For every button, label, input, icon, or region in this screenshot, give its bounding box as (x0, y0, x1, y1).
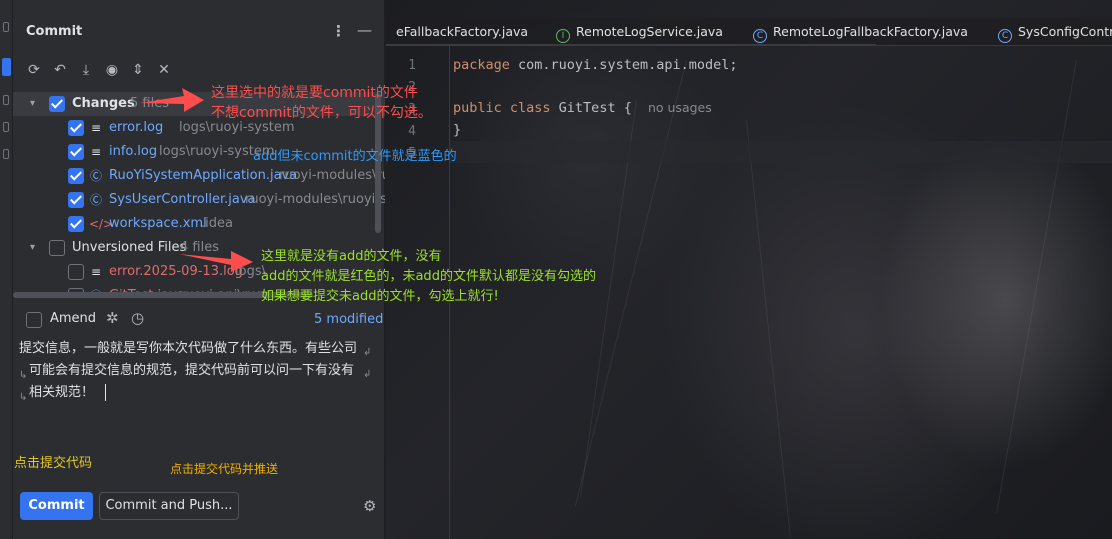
java-class-icon: C (753, 29, 767, 43)
tab-label: eFallbackFactory.java (396, 24, 529, 39)
message-line: 可能会有提交信息的规范，提交代码前可以问一下有没有 (29, 363, 355, 378)
file-checkbox[interactable] (68, 144, 84, 160)
tab-scrollbar[interactable] (386, 44, 876, 46)
tab-remote-log-service[interactable]: I RemoteLogService.java (556, 18, 723, 46)
amend-bar: Amend ✲ ◷ 5 modified (13, 306, 385, 334)
gear-icon[interactable]: ⚙ (363, 497, 376, 515)
commit-tool-icon[interactable] (2, 58, 11, 76)
text-file-icon: ≡ (91, 145, 102, 159)
tool-icon[interactable] (3, 95, 9, 105)
text-file-icon: ≡ (91, 265, 102, 279)
code-line-3[interactable]: public class GitTest { no usages (453, 100, 712, 116)
java-class-icon: Ⓒ (90, 193, 103, 207)
message-line: 相关规范！ (29, 385, 95, 400)
unversioned-label: Unversioned Files (72, 240, 187, 255)
soft-wrap-icon: ↳ (19, 392, 28, 403)
tab-label: RemoteLogFallbackFactory.java (773, 24, 968, 39)
unversioned-checkbox[interactable] (49, 240, 65, 256)
background-decoration (996, 60, 1077, 514)
history-icon[interactable]: ◷ (131, 309, 144, 327)
file-path: ruoyi-modules\ruoyi-sys (245, 192, 385, 207)
chevron-down-icon[interactable]: ▾ (30, 92, 35, 116)
keyword: public class (453, 100, 551, 116)
tool-window-strip (0, 0, 13, 539)
minimize-icon[interactable]: — (357, 21, 372, 39)
file-row[interactable]: </> workspace.xml .idea (13, 212, 385, 236)
background-decoration (746, 119, 791, 538)
eye-icon[interactable]: ◉ (103, 60, 121, 80)
tool-icon[interactable] (3, 122, 9, 132)
soft-wrap-icon: ↲ (363, 347, 372, 358)
current-line-highlight (450, 141, 1112, 163)
panel-title: Commit (26, 24, 83, 39)
commit-toolbar: ⟳ ↶ ⤓ ◉ ⇕ ✕ (25, 60, 173, 80)
usages-hint[interactable]: no usages (648, 100, 712, 115)
collapse-icon[interactable]: ✕ (155, 60, 173, 80)
chevron-down-icon[interactable]: ▾ (30, 236, 35, 260)
tab-fallback-factory[interactable]: eFallbackFactory.java (396, 18, 528, 46)
annotation-arrow (179, 251, 253, 272)
rollback-icon[interactable]: ↶ (51, 60, 69, 80)
changes-checkbox[interactable] (49, 96, 65, 112)
arrow-shape (179, 251, 253, 272)
arrow-shape (140, 88, 204, 112)
tab-label: RemoteLogService.java (576, 24, 723, 39)
ai-assistant-icon[interactable]: ✲ (106, 309, 119, 327)
annotation-text: 点击提交代码并推送 (170, 462, 279, 476)
soft-wrap-icon: ↲ (363, 369, 372, 380)
annotation-text: 如果想要提交未add的文件，勾选上就行! (261, 289, 499, 304)
file-checkbox[interactable] (68, 192, 84, 208)
code-text: GitTest { (550, 100, 632, 116)
line-number: 4 (408, 124, 416, 139)
commit-button[interactable]: Commit (20, 492, 93, 520)
file-path: .idea (201, 216, 233, 231)
changes-label: Changes (72, 96, 135, 111)
tab-label: SysConfigContro (1018, 24, 1112, 39)
editor-tabs: eFallbackFactory.java I RemoteLogService.… (386, 18, 1112, 46)
keyword: package (453, 57, 510, 73)
file-checkbox[interactable] (68, 120, 84, 136)
file-row[interactable]: Ⓒ SysUserController.java ruoyi-modules\r… (13, 188, 385, 212)
code-line-4[interactable]: } (453, 122, 461, 138)
annotation-text: 这里就是没有add的文件，没有 (261, 249, 442, 264)
file-checkbox[interactable] (68, 168, 84, 184)
refresh-icon[interactable]: ⟳ (25, 60, 43, 80)
file-name: RuoYiSystemApplication.java (109, 168, 298, 183)
expand-icon[interactable]: ⇕ (129, 60, 147, 80)
file-name: SysUserController.java (109, 192, 256, 207)
file-checkbox[interactable] (68, 216, 84, 232)
file-name: info.log (109, 144, 158, 159)
amend-label[interactable]: Amend (50, 311, 96, 326)
commit-and-push-button[interactable]: Commit and Push... (99, 492, 239, 520)
amend-checkbox[interactable] (26, 312, 42, 328)
annotation-text: 这里选中的就是要commit的文件 (211, 85, 418, 101)
text-file-icon: ≡ (91, 121, 102, 135)
tab-remote-log-fallback-factory[interactable]: C RemoteLogFallbackFactory.java (753, 18, 968, 46)
interface-icon: I (556, 29, 570, 43)
annotation-arrow (140, 88, 204, 112)
text-cursor (105, 384, 106, 401)
download-icon[interactable]: ⤓ (77, 60, 95, 80)
java-class-icon: Ⓒ (90, 169, 103, 183)
annotation-text: 不想commit的文件，可以不勾选。 (211, 105, 432, 121)
more-vertical-icon[interactable]: ⋮ (331, 22, 346, 40)
modified-count-link[interactable]: 5 modified (314, 312, 383, 327)
code-text: com.ruoyi.system.api.model; (509, 57, 738, 73)
tool-icon[interactable] (3, 149, 9, 159)
tab-sys-config-controller[interactable]: C SysConfigContro (998, 18, 1112, 46)
file-path: ruoyi-modules\ruo (279, 168, 385, 183)
file-row[interactable]: Ⓒ RuoYiSystemApplication.java ruoyi-modu… (13, 164, 385, 188)
file-checkbox[interactable] (68, 264, 84, 280)
message-line: 提交信息，一般就是写你本次代码做了什么东西。有些公司 (19, 341, 358, 356)
project-icon[interactable] (3, 22, 9, 32)
annotation-text: add但未commit的文件就是蓝色的 (253, 149, 457, 164)
java-class-icon: C (998, 29, 1012, 43)
code-line-1[interactable]: package com.ruoyi.system.api.model; (453, 57, 737, 73)
soft-wrap-icon: ↳ (19, 370, 28, 381)
file-name: workspace.xml (109, 216, 207, 231)
annotation-text: add的文件就是红色的，未add的文件默认都是没有勾选的 (261, 269, 596, 284)
line-number: 1 (408, 58, 416, 73)
file-name: error.log (109, 120, 164, 135)
annotation-text: 点击提交代码 (14, 456, 93, 471)
